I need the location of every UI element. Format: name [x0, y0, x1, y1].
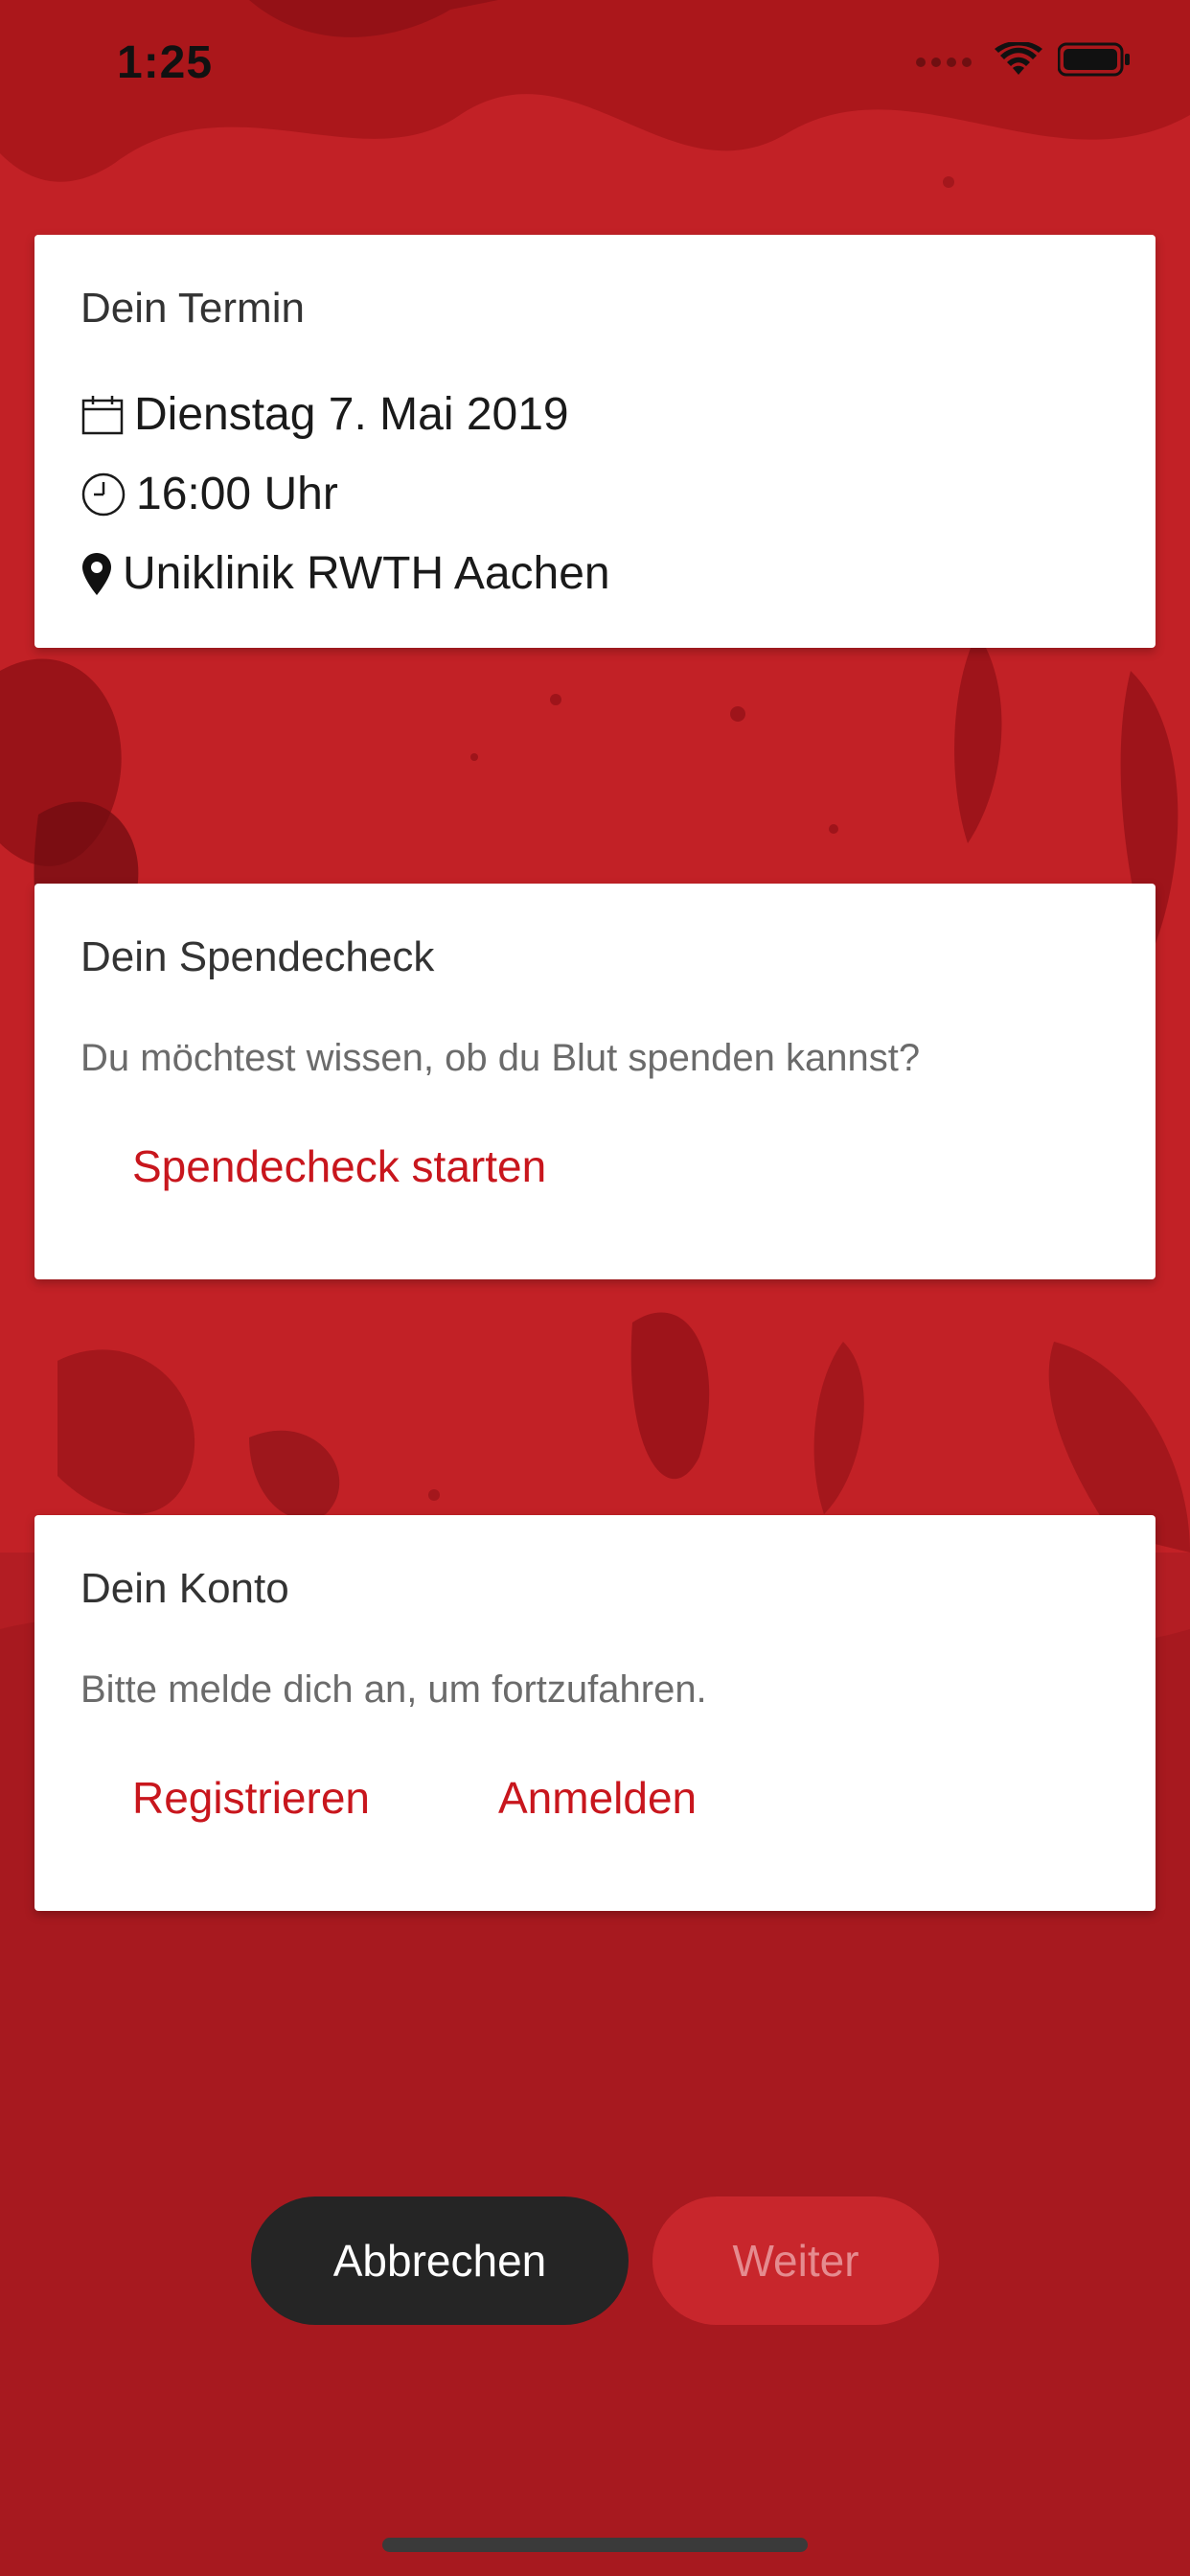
account-description: Bitte melde dich an, um fortzufahren. — [80, 1668, 707, 1711]
wifi-icon — [995, 40, 1042, 81]
appointment-date-row: Dienstag 7. Mai 2019 — [80, 388, 569, 441]
next-button[interactable]: Weiter — [652, 2196, 939, 2325]
login-button[interactable]: Anmelden — [498, 1772, 697, 1824]
appointment-location: Uniklinik RWTH Aachen — [123, 548, 610, 599]
donation-check-description: Du möchtest wissen, ob du Blut spenden k… — [80, 1037, 921, 1079]
cancel-button[interactable]: Abbrechen — [251, 2196, 629, 2325]
appointment-card: Dein Termin Dienstag 7. Mai 2019 16:00 U… — [34, 235, 1156, 648]
donation-check-card: Dein Spendecheck Du möchtest wissen, ob … — [34, 884, 1156, 1279]
appointment-title: Dein Termin — [80, 285, 305, 332]
battery-icon — [1057, 42, 1131, 81]
location-pin-icon — [80, 551, 113, 597]
appointment-date: Dienstag 7. Mai 2019 — [134, 389, 569, 440]
appointment-time: 16:00 Uhr — [136, 469, 338, 519]
clock-icon — [80, 472, 126, 518]
account-title: Dein Konto — [80, 1565, 289, 1612]
account-card: Dein Konto Bitte melde dich an, um fortz… — [34, 1515, 1156, 1911]
donation-check-title: Dein Spendecheck — [80, 933, 435, 980]
start-donation-check-button[interactable]: Spendecheck starten — [132, 1140, 546, 1192]
status-bar: 1:25 — [0, 0, 1190, 129]
status-time: 1:25 — [117, 37, 214, 88]
status-icons — [916, 40, 1131, 81]
cellular-signal-icon — [916, 57, 972, 67]
appointment-time-row: 16:00 Uhr — [80, 468, 338, 520]
home-indicator[interactable] — [382, 2538, 808, 2552]
register-button[interactable]: Registrieren — [132, 1772, 370, 1824]
appointment-location-row: Uniklinik RWTH Aachen — [80, 547, 610, 600]
calendar-icon — [80, 393, 125, 437]
